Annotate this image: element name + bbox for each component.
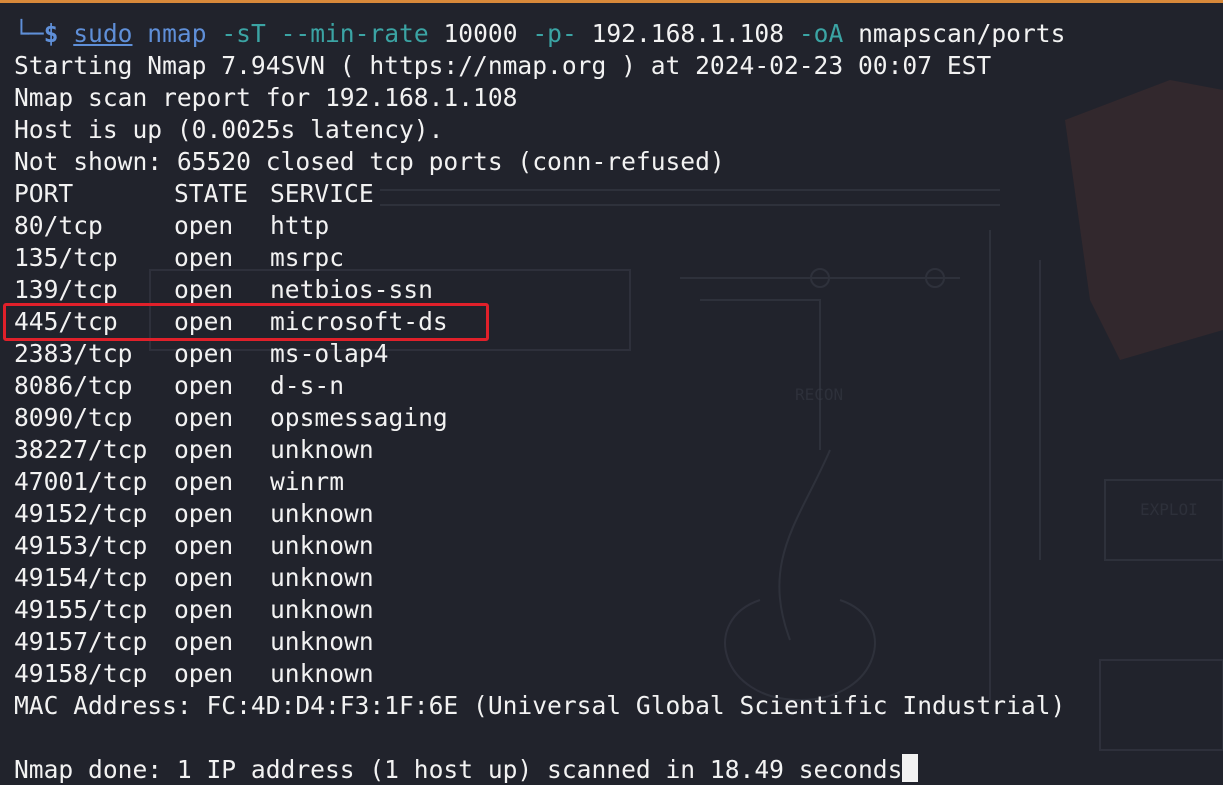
port-row: 47001/tcp open winrm (14, 466, 1065, 498)
port-cell: 8090/tcp (14, 403, 133, 432)
port-row: 49154/tcp open unknown (14, 562, 1065, 594)
port-row: 49155/tcp open unknown (14, 594, 1065, 626)
output-starting: Starting Nmap 7.94SVN ( https://nmap.org… (14, 51, 992, 80)
service-cell: d-s-n (270, 371, 345, 400)
port-cell: 49158/tcp (14, 659, 148, 688)
service-cell: microsoft-ds (270, 307, 448, 336)
port-cell: 8086/tcp (14, 371, 133, 400)
text-cursor (902, 754, 919, 782)
service-cell: ms-olap4 (270, 339, 389, 368)
header-service: SERVICE (270, 179, 374, 208)
port-row: 139/tcp open netbios-ssn (14, 274, 1065, 306)
service-cell: unknown (270, 435, 374, 464)
port-table-body: 80/tcp open http 135/tcp open msrpc 139/tcp ope… (14, 210, 1065, 690)
output-not-shown: Not shown: 65520 closed tcp ports (conn-… (14, 147, 725, 176)
service-cell: unknown (270, 595, 374, 624)
port-row: 8086/tcp open d-s-n (14, 370, 1065, 402)
terminal-output: └─$ sudo nmap -sT --min-rate 10000 -p- 1… (14, 18, 1065, 785)
port-row: 49152/tcp open unknown (14, 498, 1065, 530)
state-cell: open (174, 403, 234, 432)
port-cell: 49157/tcp (14, 627, 148, 656)
command-line: └─$ sudo nmap -sT --min-rate 10000 -p- 1… (14, 18, 1065, 50)
state-cell: open (174, 499, 234, 528)
service-cell: unknown (270, 563, 374, 592)
state-cell: open (174, 339, 234, 368)
header-port: PORT (14, 179, 74, 208)
output-done: Nmap done: 1 IP address (1 host up) scan… (14, 755, 903, 784)
command-minrate-value: 10000 (443, 19, 518, 48)
port-row: 80/tcp open http (14, 210, 1065, 242)
state-cell: open (174, 371, 234, 400)
port-cell: 49155/tcp (14, 595, 148, 624)
port-cell: 139/tcp (14, 275, 118, 304)
port-row: 38227/tcp open unknown (14, 434, 1065, 466)
service-cell: netbios-ssn (270, 275, 433, 304)
state-cell: open (174, 563, 234, 592)
state-cell: open (174, 275, 234, 304)
prompt-corner: └─ (14, 19, 44, 48)
service-cell: unknown (270, 627, 374, 656)
port-cell: 49154/tcp (14, 563, 148, 592)
port-cell: 2383/tcp (14, 339, 133, 368)
state-cell: open (174, 211, 234, 240)
output-report: Nmap scan report for 192.168.1.108 (14, 83, 518, 112)
port-cell: 49153/tcp (14, 531, 148, 560)
port-cell: 38227/tcp (14, 435, 148, 464)
prompt-dollar: $ (43, 19, 59, 48)
header-state: STATE (174, 179, 249, 208)
port-cell: 47001/tcp (14, 467, 148, 496)
state-cell: open (174, 307, 234, 336)
command-binary: nmap (147, 19, 207, 48)
port-table-header: PORT STATE SERVICE (14, 178, 1065, 210)
output-host-up: Host is up (0.0025s latency). (14, 115, 444, 144)
port-row: 2383/tcp open ms-olap4 (14, 338, 1065, 370)
output-done-line: Nmap done: 1 IP address (1 host up) scan… (14, 754, 1065, 785)
port-row: 445/tcp open microsoft-ds (14, 306, 1065, 338)
service-cell: unknown (270, 659, 374, 688)
port-cell: 135/tcp (14, 243, 118, 272)
service-cell: unknown (270, 531, 374, 560)
command-flag-st: -sT (221, 19, 266, 48)
output-mac: MAC Address: FC:4D:D4:F3:1F:6E (Universa… (14, 691, 1066, 720)
port-row: 8090/tcp open opsmessaging (14, 402, 1065, 434)
service-cell: msrpc (270, 243, 345, 272)
state-cell: open (174, 659, 234, 688)
port-cell: 49152/tcp (14, 499, 148, 528)
command-output-path: nmapscan/ports (858, 19, 1066, 48)
port-row: 49157/tcp open unknown (14, 626, 1065, 658)
terminal-window[interactable]: RECON EXPLOI └─$ sudo nmap -sT --min-rat… (0, 0, 1223, 785)
command-flag-minrate: --min-rate (280, 19, 429, 48)
state-cell: open (174, 531, 234, 560)
command-flag-oa: -oA (798, 19, 844, 48)
command-flag-p: -p- (532, 19, 577, 48)
command-sudo: sudo (73, 19, 133, 48)
window-accent-bar (0, 0, 1223, 3)
state-cell: open (174, 627, 234, 656)
service-cell: unknown (270, 499, 374, 528)
service-cell: http (270, 211, 330, 240)
service-cell: winrm (270, 467, 345, 496)
state-cell: open (174, 595, 234, 624)
port-row: 49153/tcp open unknown (14, 530, 1065, 562)
port-row: 135/tcp open msrpc (14, 242, 1065, 274)
command-target: 192.168.1.108 (591, 19, 785, 48)
svg-text:EXPLOI: EXPLOI (1140, 500, 1198, 519)
port-cell: 80/tcp (14, 211, 103, 240)
state-cell: open (174, 467, 234, 496)
state-cell: open (174, 243, 234, 272)
port-row: 49158/tcp open unknown (14, 658, 1065, 690)
state-cell: open (174, 435, 234, 464)
port-cell: 445/tcp (14, 307, 118, 336)
service-cell: opsmessaging (270, 403, 448, 432)
